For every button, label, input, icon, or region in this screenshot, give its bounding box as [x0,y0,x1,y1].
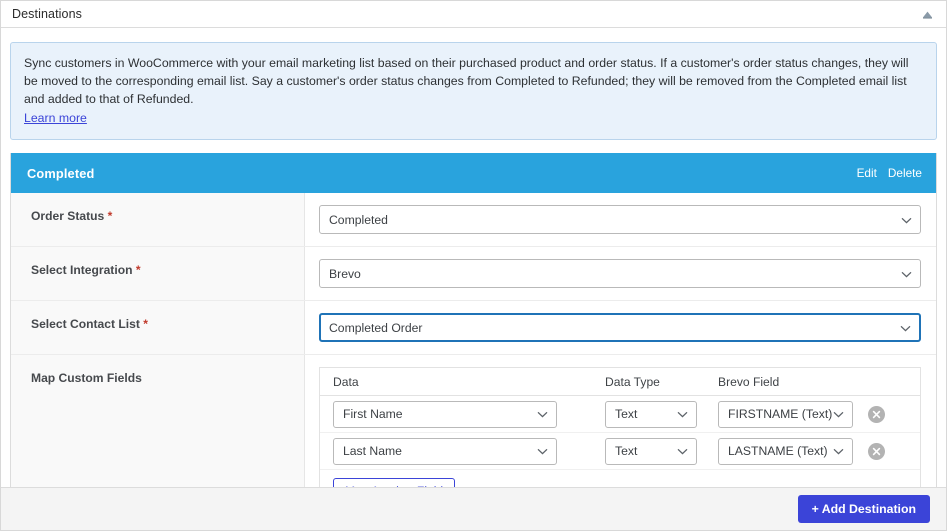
destination-header-actions: Edit Delete [857,166,922,180]
form-row-select-integration: Select Integration * Brevo [11,247,936,301]
cell-data-type: Text [605,400,718,428]
field-select-integration: Brevo [305,247,943,300]
cell-brevo-field: LASTNAME (Text) [718,437,868,465]
chevron-down-icon [901,213,912,227]
label-select-integration: Select Integration * [11,247,305,300]
brevo-field-select[interactable]: LASTNAME (Text) [718,437,853,465]
mapping-table-header: Data Data Type Brevo Field [320,368,920,396]
panel-body: Sync customers in WooCommerce with your … [1,28,946,527]
close-circle-icon[interactable] [868,442,885,460]
field-select-contact-list: Completed Order [305,301,943,354]
data-type-select[interactable]: Text [605,437,697,465]
column-header-brevo-field: Brevo Field [718,374,780,389]
destination-form: Order Status * Completed Select Integrat… [11,193,936,526]
label-select-contact-list: Select Contact List * [11,301,305,354]
destination-title: Completed [27,165,95,181]
chevron-down-icon [900,321,911,335]
close-circle-icon[interactable] [868,405,885,423]
chevron-up-icon[interactable] [920,7,934,21]
cell-remove [868,442,918,460]
chevron-down-icon [833,407,844,421]
destination-card: Completed Edit Delete Order Status * Com… [10,153,937,527]
form-row-select-contact-list: Select Contact List * Completed Order [11,301,936,355]
label-order-status-text: Order Status [31,209,105,223]
data-select[interactable]: First Name [333,400,557,428]
brevo-field-select[interactable]: FIRSTNAME (Text) [718,400,853,428]
panel-header: Destinations [1,1,946,28]
integration-select[interactable]: Brevo [319,259,921,288]
cell-brevo-field: FIRSTNAME (Text) [718,400,868,428]
add-destination-button[interactable]: + Add Destination [797,495,930,523]
cell-data: First Name [333,400,605,428]
label-map-custom-fields-text: Map Custom Fields [31,371,142,385]
chevron-down-icon [677,444,688,458]
brevo-field-value: FIRSTNAME (Text) [728,407,833,421]
required-marker: * [135,263,141,277]
order-status-value: Completed [329,212,388,227]
integration-value: Brevo [329,266,361,281]
notice-text: Sync customers in WooCommerce with your … [24,56,909,106]
cell-remove [868,405,918,423]
destination-card-header: Completed Edit Delete [11,153,936,193]
info-notice: Sync customers in WooCommerce with your … [10,42,937,140]
column-header-data: Data [333,374,359,389]
table-row: First Name Text FIRSTNAME (Text) [320,396,920,433]
label-select-contact-list-text: Select Contact List [31,317,140,331]
cell-data-type: Text [605,437,718,465]
chevron-down-icon [833,444,844,458]
learn-more-link[interactable]: Learn more [24,111,87,125]
data-type-value: Text [615,444,638,458]
label-select-integration-text: Select Integration [31,263,133,277]
data-value: Last Name [343,444,402,458]
column-header-data-type: Data Type [605,374,660,389]
data-type-value: Text [615,407,638,421]
label-order-status: Order Status * [11,193,305,246]
table-row: Last Name Text LASTNAME (Text) [320,433,920,470]
brevo-field-value: LASTNAME (Text) [728,444,828,458]
data-value: First Name [343,407,403,421]
chevron-down-icon [901,267,912,281]
chevron-down-icon [537,407,548,421]
chevron-down-icon [677,407,688,421]
field-order-status: Completed [305,193,943,246]
data-type-select[interactable]: Text [605,400,697,428]
edit-destination-link[interactable]: Edit [857,166,877,180]
page-title: Destinations [12,7,82,21]
required-marker: * [107,209,113,223]
contact-list-select[interactable]: Completed Order [319,313,921,342]
contact-list-value: Completed Order [329,320,423,335]
data-select[interactable]: Last Name [333,437,557,465]
form-row-order-status: Order Status * Completed [11,193,936,247]
order-status-select[interactable]: Completed [319,205,921,234]
panel-footer: + Add Destination [1,487,946,530]
chevron-down-icon [537,444,548,458]
required-marker: * [143,317,148,331]
cell-data: Last Name [333,437,605,465]
destinations-page: Destinations Sync customers in WooCommer… [0,0,947,531]
delete-destination-link[interactable]: Delete [888,166,922,180]
